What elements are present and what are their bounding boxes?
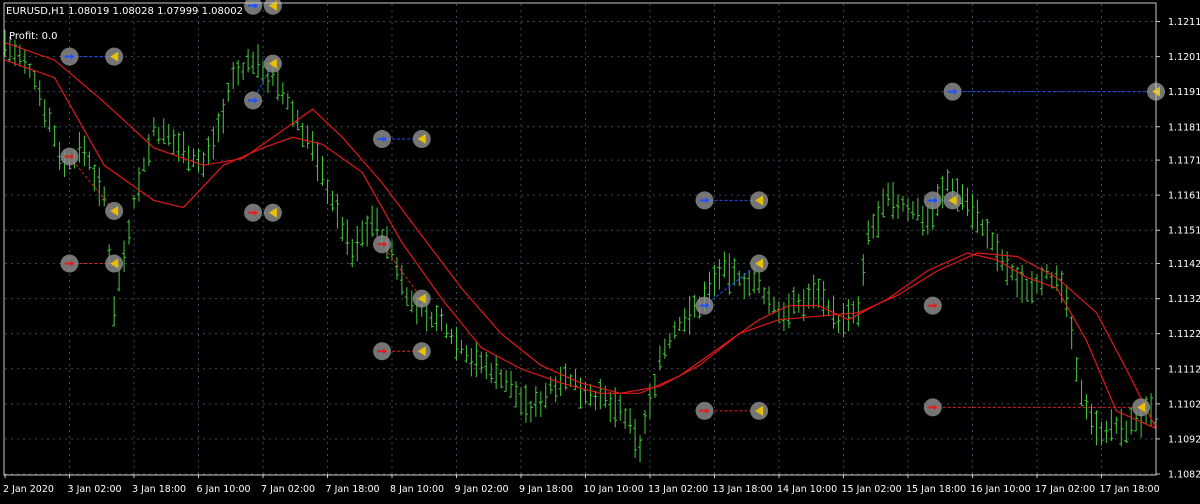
x-tick-label: 14 Jan 10:00 xyxy=(777,484,837,495)
y-tick-label: 1.11515 xyxy=(1168,226,1200,237)
x-tick-label: 13 Jan 02:00 xyxy=(648,484,708,495)
symbol-label: EURUSD,H1 xyxy=(6,6,65,17)
y-tick-label: 1.11715 xyxy=(1168,156,1200,167)
x-tick-label: 6 Jan 10:00 xyxy=(197,484,251,495)
x-tick-label: 3 Jan 18:00 xyxy=(132,484,186,495)
y-tick-label: 1.12110 xyxy=(1168,17,1200,28)
chart-background xyxy=(0,0,1200,500)
x-tick-label: 8 Jan 10:00 xyxy=(390,484,444,495)
y-tick-label: 1.11615 xyxy=(1168,191,1200,202)
y-tick-label: 1.11810 xyxy=(1168,122,1200,133)
x-tick-label: 3 Jan 02:00 xyxy=(68,484,122,495)
x-tick-label: 17 Jan 02:00 xyxy=(1035,484,1095,495)
y-tick-label: 1.11120 xyxy=(1168,364,1200,375)
x-tick-label: 17 Jan 18:00 xyxy=(1100,484,1160,495)
y-tick-label: 1.11320 xyxy=(1168,294,1200,305)
x-tick-label: 10 Jan 10:00 xyxy=(584,484,644,495)
x-tick-label: 9 Jan 18:00 xyxy=(519,484,573,495)
x-tick-label: 7 Jan 18:00 xyxy=(326,484,380,495)
x-tick-label: 2 Jan 2020 xyxy=(3,484,54,495)
profit-label: Profit: 0.0 xyxy=(9,31,58,42)
x-tick-label: 7 Jan 02:00 xyxy=(261,484,315,495)
x-tick-label: 13 Jan 18:00 xyxy=(713,484,773,495)
x-tick-label: 15 Jan 02:00 xyxy=(842,484,902,495)
x-tick-label: 16 Jan 10:00 xyxy=(971,484,1031,495)
y-tick-label: 1.11020 xyxy=(1168,399,1200,410)
x-tick-label: 15 Jan 18:00 xyxy=(906,484,966,495)
y-tick-label: 1.11220 xyxy=(1168,329,1200,340)
y-tick-label: 1.10820 xyxy=(1168,470,1200,481)
price-chart: 1.12110 1.12010 1.11910 1.11810 1.11715 1.116… xyxy=(0,0,1200,500)
ohlc-readout: 1.08019 1.08028 1.07999 1.08002 xyxy=(68,6,243,17)
chart-canvas: 1.12110 1.12010 1.11910 1.11810 1.11715 1.116… xyxy=(0,0,1200,500)
y-tick-label: 1.10920 xyxy=(1168,434,1200,445)
y-tick-label: 1.11910 xyxy=(1168,87,1200,98)
x-tick-label: 9 Jan 02:00 xyxy=(455,484,509,495)
y-tick-label: 1.12010 xyxy=(1168,52,1200,63)
y-tick-label: 1.11420 xyxy=(1168,259,1200,270)
